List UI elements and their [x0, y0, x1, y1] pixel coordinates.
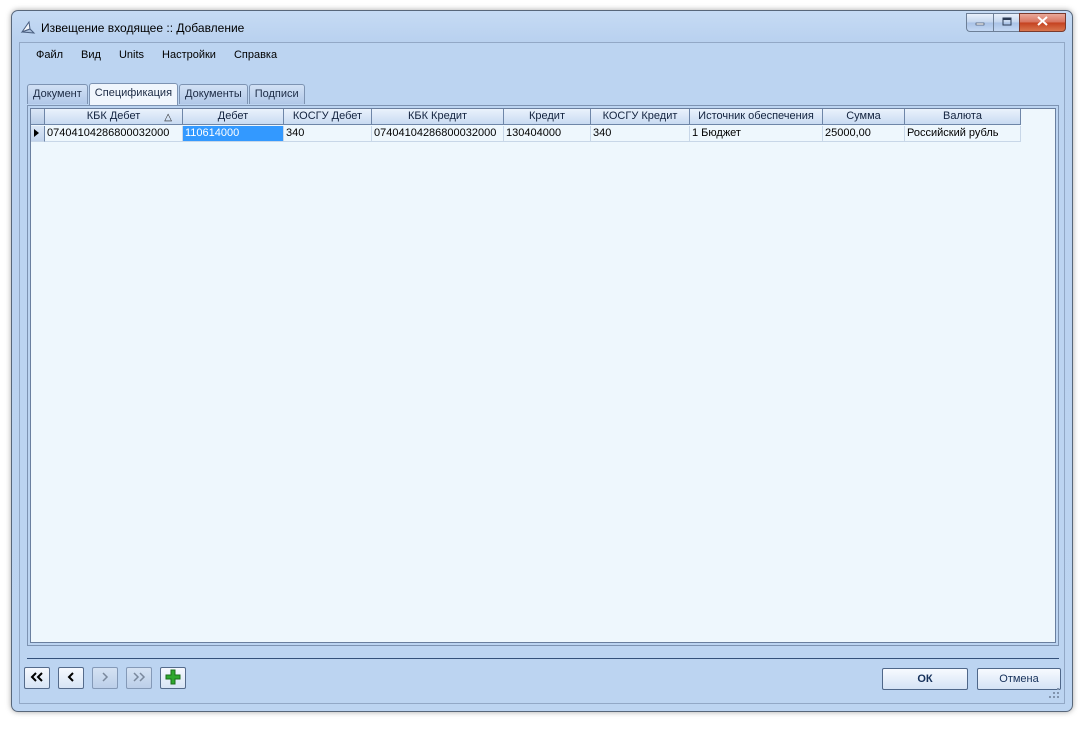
double-chevron-right-icon	[132, 671, 146, 685]
caption-buttons	[966, 13, 1066, 33]
title-bar[interactable]: Извещение входящее :: Добавление	[12, 11, 1072, 43]
menu-bar: Файл Вид Units Настройки Справка	[20, 43, 1064, 67]
cell-kbk-credit[interactable]: 07404104286800032000	[372, 126, 504, 142]
menu-units[interactable]: Units	[110, 49, 153, 61]
table-row[interactable]: 07404104286800032000 110614000 340 07404…	[31, 126, 1021, 142]
cell-kosgu-credit[interactable]: 340	[591, 126, 690, 142]
column-header-debit[interactable]: Дебет	[183, 109, 284, 125]
first-record-button[interactable]	[24, 667, 50, 689]
row-indicator	[31, 126, 45, 142]
footer-separator	[27, 658, 1059, 659]
maximize-icon	[1002, 17, 1012, 29]
dialog-window: Извещение входящее :: Добавление Файл Ви…	[11, 10, 1073, 712]
current-row-arrow-icon	[34, 129, 39, 137]
cell-currency[interactable]: Российский рубль	[905, 126, 1021, 142]
next-record-button[interactable]	[92, 667, 118, 689]
menu-view[interactable]: Вид	[72, 49, 110, 61]
double-chevron-left-icon	[30, 671, 44, 685]
cell-kbk-debit[interactable]: 07404104286800032000	[45, 126, 183, 142]
column-header-amount[interactable]: Сумма	[823, 109, 905, 125]
sort-ascending-icon: △	[164, 112, 172, 123]
specification-panel: КБК Дебет △ Дебет КОСГУ Дебет КБК Кредит…	[27, 105, 1059, 646]
menu-file[interactable]: Файл	[27, 49, 72, 61]
last-record-button[interactable]	[126, 667, 152, 689]
resize-grip-icon[interactable]	[1048, 687, 1060, 699]
tab-specification[interactable]: Спецификация	[88, 83, 179, 105]
tab-signatures[interactable]: Подписи	[248, 84, 305, 104]
app-icon	[20, 20, 36, 36]
chevron-right-icon	[101, 671, 109, 685]
column-header-kosgu-debit[interactable]: КОСГУ Дебет	[284, 109, 372, 125]
menu-settings[interactable]: Настройки	[153, 49, 225, 61]
minimize-button[interactable]	[966, 13, 993, 32]
tab-documents[interactable]: Документы	[179, 84, 248, 104]
column-header-credit[interactable]: Кредит	[504, 109, 591, 125]
client-area: Файл Вид Units Настройки Справка Докумен…	[19, 42, 1065, 704]
chevron-left-icon	[67, 671, 75, 685]
ok-button[interactable]: ОК	[882, 668, 968, 690]
column-header-currency[interactable]: Валюта	[905, 109, 1021, 125]
cell-amount[interactable]: 25000,00	[823, 126, 905, 142]
previous-record-button[interactable]	[58, 667, 84, 689]
column-header-kbk-credit[interactable]: КБК Кредит	[372, 109, 504, 125]
column-header-kbk-debit[interactable]: КБК Дебет △	[45, 109, 183, 125]
cell-funding-source[interactable]: 1 Бюджет	[690, 126, 823, 142]
maximize-button[interactable]	[993, 13, 1019, 32]
minimize-icon	[975, 17, 985, 29]
tab-document[interactable]: Документ	[27, 84, 88, 104]
cell-debit[interactable]: 110614000	[183, 126, 284, 142]
grid-header: КБК Дебет △ Дебет КОСГУ Дебет КБК Кредит…	[31, 109, 1021, 126]
column-header-funding-source[interactable]: Источник обеспечения	[690, 109, 823, 125]
menu-help[interactable]: Справка	[225, 49, 286, 61]
plus-icon	[165, 669, 181, 688]
window-title: Извещение входящее :: Добавление	[41, 21, 245, 35]
column-header-label: КБК Дебет	[86, 110, 141, 122]
add-record-button[interactable]	[160, 667, 186, 689]
cell-kosgu-debit[interactable]: 340	[284, 126, 372, 142]
close-button[interactable]	[1019, 13, 1066, 32]
close-icon	[1037, 16, 1048, 29]
row-indicator-header	[31, 109, 45, 125]
specification-grid[interactable]: КБК Дебет △ Дебет КОСГУ Дебет КБК Кредит…	[30, 108, 1056, 643]
column-header-kosgu-credit[interactable]: КОСГУ Кредит	[591, 109, 690, 125]
cell-credit[interactable]: 130404000	[504, 126, 591, 142]
tab-strip: Документ Спецификация Документы Подписи	[27, 83, 306, 105]
